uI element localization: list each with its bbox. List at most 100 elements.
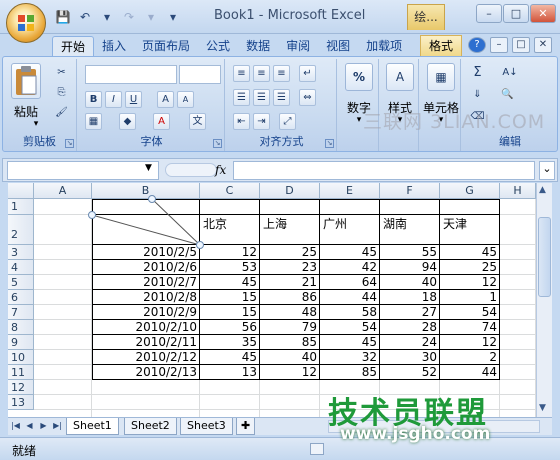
table-header-0[interactable]: 北京 [200, 215, 260, 232]
align-bottom-icon[interactable]: ≡ [273, 65, 290, 82]
row-header-6[interactable]: 6 [8, 290, 34, 305]
table-value-cell[interactable]: 52 [380, 365, 440, 380]
sheet-tab-1[interactable]: Sheet1 [66, 418, 119, 435]
tab-review[interactable]: 审阅 [278, 36, 318, 56]
table-value-cell[interactable]: 24 [380, 335, 440, 350]
table-value-cell[interactable]: 45 [200, 350, 260, 365]
table-value-cell[interactable]: 45 [320, 335, 380, 350]
row-header-7[interactable]: 7 [8, 305, 34, 320]
table-value-cell[interactable]: 58 [320, 305, 380, 320]
tab-format[interactable]: 格式 [420, 35, 463, 56]
grow-font-button[interactable]: A [157, 91, 174, 108]
table-value-cell[interactable]: 15 [200, 290, 260, 305]
vertical-scroll-thumb[interactable] [538, 217, 551, 297]
sheet-tab-2[interactable]: Sheet2 [124, 418, 177, 435]
name-box-dropdown-icon[interactable]: ▼ [145, 163, 152, 173]
scroll-down-icon[interactable]: ▼ [539, 403, 546, 413]
expand-formula-bar-icon[interactable]: ⌄ [539, 161, 555, 180]
row-header-11[interactable]: 11 [8, 365, 34, 380]
table-value-cell[interactable]: 45 [440, 245, 500, 260]
table-value-cell[interactable]: 56 [200, 320, 260, 335]
table-value-cell[interactable]: 48 [260, 305, 320, 320]
last-sheet-icon[interactable]: ▶| [52, 420, 63, 432]
paste-dropdown-icon[interactable]: ▾ [19, 119, 53, 129]
table-value-cell[interactable]: 15 [200, 305, 260, 320]
table-value-cell[interactable]: 54 [320, 320, 380, 335]
font-launcher-icon[interactable]: ↘ [213, 139, 222, 148]
font-size-combo[interactable] [179, 65, 221, 84]
decrease-indent-icon[interactable]: ⇤ [233, 113, 250, 130]
table-header-2[interactable]: 广州 [320, 215, 380, 232]
table-value-cell[interactable]: 25 [260, 245, 320, 260]
table-value-cell[interactable]: 28 [380, 320, 440, 335]
column-header-G[interactable]: G [440, 183, 500, 199]
shape-handle[interactable] [148, 195, 156, 203]
table-value-cell[interactable]: 13 [200, 365, 260, 380]
shape-handle[interactable] [196, 241, 204, 249]
table-value-cell[interactable]: 86 [260, 290, 320, 305]
tab-page-layout[interactable]: 页面布局 [134, 36, 198, 56]
format-painter-icon[interactable]: 🖌 [53, 105, 70, 122]
table-value-cell[interactable]: 12 [200, 245, 260, 260]
table-value-cell[interactable]: 30 [380, 350, 440, 365]
row-header-8[interactable]: 8 [8, 320, 34, 335]
styles-icon[interactable]: A [386, 63, 414, 91]
table-value-cell[interactable]: 40 [260, 350, 320, 365]
diagonal-header-shape[interactable] [86, 193, 206, 374]
increase-indent-icon[interactable]: ⇥ [253, 113, 270, 130]
column-header-C[interactable]: C [200, 183, 260, 199]
first-sheet-icon[interactable]: |◀ [10, 420, 21, 432]
table-value-cell[interactable]: 85 [320, 365, 380, 380]
align-center-icon[interactable]: ☰ [253, 89, 270, 106]
redo-dropdown-icon[interactable]: ▾ [142, 8, 160, 26]
help-icon[interactable]: ? [468, 37, 486, 53]
insert-sheet-icon[interactable]: ✚ [236, 418, 256, 435]
table-value-cell[interactable]: 32 [320, 350, 380, 365]
paste-button[interactable] [11, 63, 41, 99]
office-button[interactable] [6, 3, 46, 43]
underline-button[interactable]: U [125, 91, 142, 108]
row-header-1[interactable]: 1 [8, 199, 34, 215]
table-value-cell[interactable]: 45 [320, 245, 380, 260]
italic-button[interactable]: I [105, 91, 122, 108]
table-value-cell[interactable]: 12 [440, 275, 500, 290]
table-value-cell[interactable]: 85 [260, 335, 320, 350]
table-value-cell[interactable]: 64 [320, 275, 380, 290]
find-select-icon[interactable]: 🔍 [499, 87, 516, 104]
column-header-D[interactable]: D [260, 183, 320, 199]
align-top-icon[interactable]: ≡ [233, 65, 250, 82]
font-name-combo[interactable] [85, 65, 177, 84]
column-header-H[interactable]: H [500, 183, 536, 199]
row-header-9[interactable]: 9 [8, 335, 34, 350]
table-value-cell[interactable]: 12 [440, 335, 500, 350]
align-right-icon[interactable]: ☰ [273, 89, 290, 106]
merge-center-icon[interactable]: ⇔ [299, 89, 316, 106]
table-value-cell[interactable]: 25 [440, 260, 500, 275]
alignment-launcher-icon[interactable]: ↘ [325, 139, 334, 148]
font-color-button[interactable]: A [153, 113, 170, 130]
close-button[interactable]: ✕ [530, 4, 556, 23]
table-value-cell[interactable]: 35 [200, 335, 260, 350]
copy-icon[interactable]: ⎘ [53, 85, 70, 102]
table-value-cell[interactable]: 79 [260, 320, 320, 335]
sort-filter-icon[interactable]: A↓ [499, 65, 521, 82]
insert-function-icon[interactable]: fx [215, 163, 226, 177]
orientation-icon[interactable]: ⤢ [279, 113, 296, 130]
table-value-cell[interactable]: 74 [440, 320, 500, 335]
table-value-cell[interactable]: 23 [260, 260, 320, 275]
tab-addins[interactable]: 加载项 [358, 36, 410, 56]
customize-qat-icon[interactable]: ▾ [164, 8, 182, 26]
undo-dropdown-icon[interactable]: ▾ [98, 8, 116, 26]
row-header-5[interactable]: 5 [8, 275, 34, 290]
table-header-3[interactable]: 湖南 [380, 215, 440, 232]
borders-icon[interactable]: ▦ [85, 113, 102, 130]
table-value-cell[interactable]: 42 [320, 260, 380, 275]
number-format-icon[interactable]: % [345, 63, 373, 91]
column-header-A[interactable]: A [34, 183, 92, 199]
drawing-tools-context-tab[interactable]: 绘... [407, 4, 445, 30]
align-middle-icon[interactable]: ≡ [253, 65, 270, 82]
cells-icon[interactable]: ▦ [427, 63, 455, 91]
table-value-cell[interactable]: 2 [440, 350, 500, 365]
table-value-cell[interactable]: 53 [200, 260, 260, 275]
column-header-E[interactable]: E [320, 183, 380, 199]
